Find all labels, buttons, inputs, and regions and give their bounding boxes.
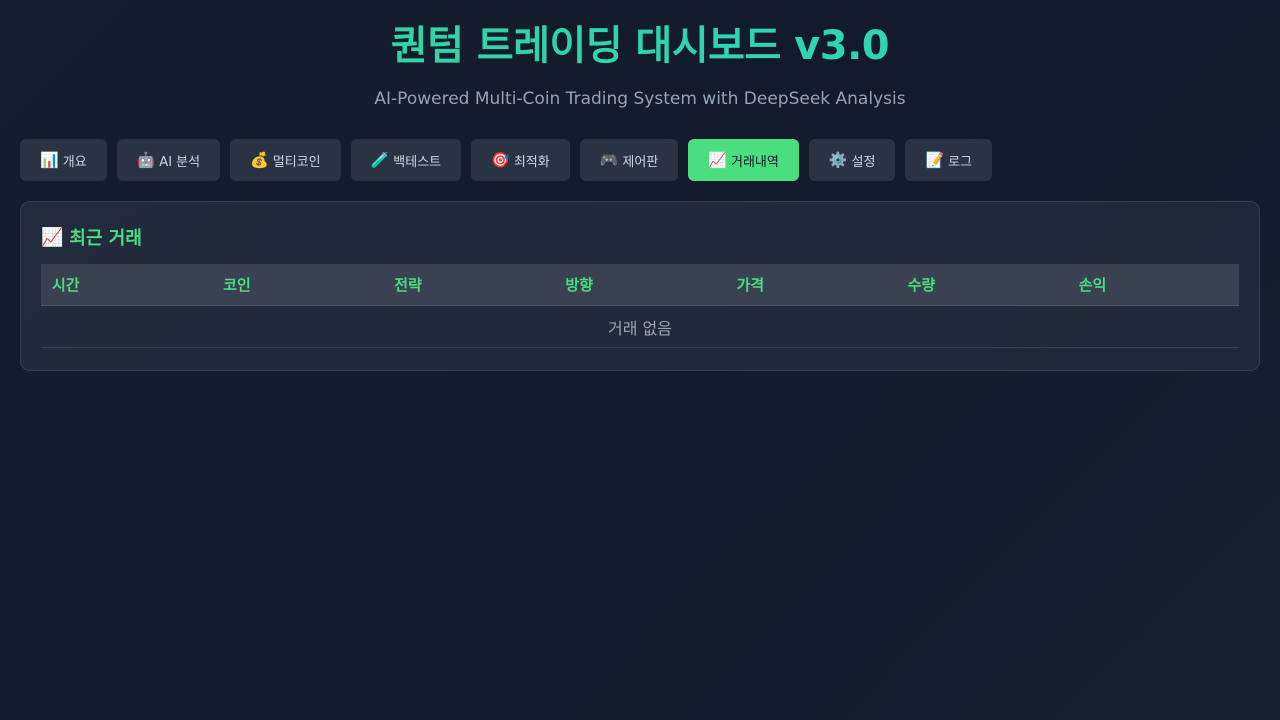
chart-up-icon: 📈 — [708, 151, 727, 169]
page-subtitle: AI-Powered Multi-Coin Trading System wit… — [374, 89, 906, 109]
recent-trades-panel: 📈 최근 거래 시간 코인 전략 방향 가격 수량 손익 거래 없음 — [20, 201, 1260, 371]
tab-label: 제어판 — [622, 154, 659, 170]
tab-backtest[interactable]: 🧪 백테스트 — [350, 139, 462, 181]
column-header-strategy[interactable]: 전략 — [383, 274, 554, 295]
tab-label: 설정 — [851, 154, 876, 170]
tab-bar: 📊 개요 🤖 AI 분석 💰 멀티코인 🧪 백테스트 🎯 최적화 🎮 제어판 📈… — [20, 139, 1260, 181]
tab-label: AI 분석 — [159, 154, 201, 170]
target-icon: 🎯 — [491, 151, 510, 169]
tab-label: 로그 — [948, 154, 973, 170]
column-header-quantity[interactable]: 수량 — [897, 274, 1068, 295]
page-header: 퀀텀 트레이딩 대시보드 v3.0 AI-Powered Multi-Coin … — [0, 0, 1280, 109]
money-bag-icon: 💰 — [250, 151, 269, 169]
tab-settings[interactable]: ⚙️ 설정 — [808, 139, 896, 181]
tab-multicoin[interactable]: 💰 멀티코인 — [230, 139, 341, 181]
panel-title: 📈 최근 거래 — [41, 223, 1239, 251]
tab-label: 최적화 — [513, 154, 550, 170]
tab-logs[interactable]: 📝 로그 — [905, 139, 993, 181]
tab-ai-analysis[interactable]: 🤖 AI 분석 — [116, 139, 221, 181]
page-title: 퀀텀 트레이딩 대시보드 v3.0 — [0, 20, 1280, 72]
chart-up-icon: 📈 — [41, 226, 64, 248]
tab-trade-history[interactable]: 📈 거래내역 — [688, 139, 799, 181]
panel-title-text: 최근 거래 — [69, 228, 142, 249]
tab-label: 거래내역 — [730, 154, 779, 170]
tab-label: 멀티코인 — [272, 154, 321, 170]
trades-table: 시간 코인 전략 방향 가격 수량 손익 거래 없음 — [41, 264, 1239, 348]
tab-control-panel[interactable]: 🎮 제어판 — [579, 139, 679, 181]
column-header-direction[interactable]: 방향 — [554, 274, 725, 295]
empty-state-row: 거래 없음 — [41, 306, 1239, 348]
tab-label: 개요 — [62, 154, 87, 170]
memo-icon: 📝 — [925, 151, 945, 169]
gear-icon: ⚙️ — [828, 151, 848, 169]
column-header-coin[interactable]: 코인 — [212, 274, 383, 295]
bar-chart-icon: 📊 — [40, 151, 59, 169]
column-header-time[interactable]: 시간 — [41, 274, 212, 295]
tab-optimization[interactable]: 🎯 최적화 — [471, 139, 570, 181]
table-header: 시간 코인 전략 방향 가격 수량 손익 — [41, 264, 1239, 306]
tab-label: 백테스트 — [393, 154, 442, 170]
tab-overview[interactable]: 📊 개요 — [20, 139, 107, 181]
test-tube-icon: 🧪 — [370, 151, 390, 169]
gamepad-icon: 🎮 — [599, 151, 619, 169]
robot-icon: 🤖 — [136, 151, 156, 169]
column-header-pnl[interactable]: 손익 — [1068, 274, 1239, 295]
column-header-price[interactable]: 가격 — [726, 274, 897, 295]
